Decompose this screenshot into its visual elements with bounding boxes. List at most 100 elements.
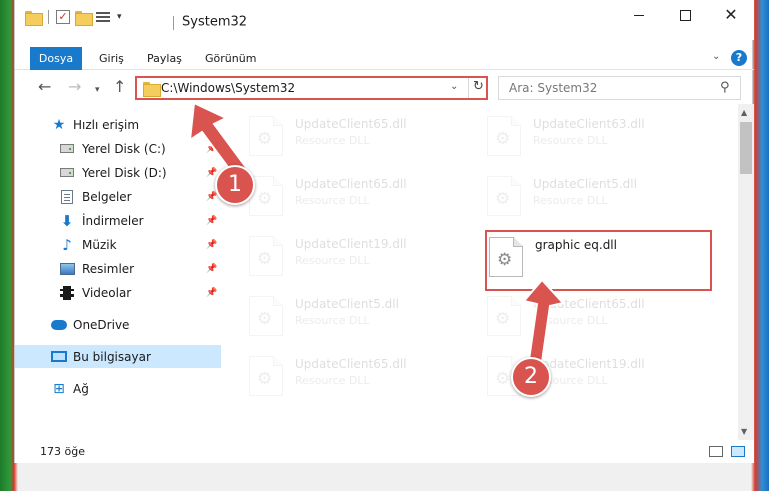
maximize-button[interactable] [662, 0, 708, 30]
file-name: UpdateClient65.dll [533, 297, 645, 311]
pin-icon[interactable]: 📌 [206, 240, 217, 250]
file-item[interactable]: ⚙ UpdateClient65.dll Resource DLL [249, 172, 474, 220]
tab-gorunum[interactable]: Görünüm [205, 47, 256, 70]
details-view-icon[interactable] [709, 446, 723, 457]
pin-icon[interactable]: 📌 [206, 144, 217, 154]
document-icon [59, 189, 75, 205]
onedrive-icon [51, 317, 67, 333]
sidebar-item-label: Videolar [82, 285, 132, 300]
window-title: System32 [182, 14, 248, 30]
pin-icon[interactable]: 📌 [206, 288, 217, 298]
sidebar-item-label: OneDrive [73, 317, 130, 332]
dll-file-icon: ⚙ [487, 296, 521, 336]
step-callout-1: 1 [215, 165, 255, 205]
tab-dosya[interactable]: Dosya [30, 47, 82, 70]
sidebar-item-quick-access[interactable]: ★ Hızlı erişim [15, 113, 221, 136]
minimize-button[interactable] [616, 0, 662, 30]
refresh-icon[interactable]: ↻ [473, 79, 484, 94]
file-item[interactable]: ⚙ UpdateClient65.dll Resource DLL [249, 112, 474, 160]
back-button[interactable]: ← [38, 79, 51, 95]
search-icon[interactable]: ⚲ [720, 80, 730, 95]
pin-icon[interactable]: 📌 [206, 192, 217, 202]
file-type: Resource DLL [533, 194, 608, 207]
search-placeholder: Ara: System32 [509, 81, 598, 95]
file-type: Resource DLL [295, 254, 370, 267]
file-type: Resource DLL [295, 134, 370, 147]
dll-file-icon: ⚙ [249, 356, 283, 396]
sidebar-item-label: Müzik [82, 237, 117, 252]
item-count: 173 öğe [40, 445, 85, 458]
title-bar: ✓ ▾ System32 ✕ [15, 0, 754, 40]
help-icon[interactable]: ? [731, 50, 747, 66]
scroll-thumb[interactable] [740, 122, 752, 174]
tab-paylas[interactable]: Paylaş [147, 47, 182, 70]
file-item[interactable]: ⚙ UpdateClient65.dll Resource DLL [487, 292, 712, 340]
file-type: Resource DLL [533, 314, 608, 327]
address-path[interactable]: C:\Windows\System32 [161, 81, 295, 95]
up-button[interactable]: ↑ [113, 79, 126, 95]
address-dropdown-icon[interactable]: ⌄ [450, 81, 458, 92]
vertical-scrollbar[interactable]: ▲ ▼ [738, 104, 754, 440]
ribbon-tabs: Dosya Giriş Paylaş Görünüm ⌄ ? [15, 47, 754, 70]
dll-file-icon: ⚙ [487, 116, 521, 156]
sidebar-item-local-disk-d[interactable]: Yerel Disk (D:) 📌 [15, 161, 221, 184]
file-item[interactable]: ⚙ UpdateClient63.dll Resource DLL [487, 112, 712, 160]
qat-dropdown-icon[interactable]: ▾ [117, 12, 122, 22]
sidebar-item-videos[interactable]: Videolar 📌 [15, 281, 221, 304]
quick-access-toolbar: ✓ ▾ [25, 10, 122, 26]
qat-separator [48, 10, 49, 24]
dll-file-icon: ⚙ [487, 176, 521, 216]
close-button[interactable]: ✕ [708, 0, 754, 30]
sidebar-item-label: Belgeler [82, 189, 132, 204]
file-item[interactable]: ⚙ UpdateClient19.dll Resource DLL [249, 232, 474, 280]
ribbon-expand-icon[interactable]: ⌄ [712, 51, 720, 62]
file-type: Resource DLL [295, 314, 370, 327]
sidebar-item-pictures[interactable]: Resimler 📌 [15, 257, 221, 280]
pin-icon[interactable]: 📌 [206, 216, 217, 226]
search-input[interactable]: Ara: System32 ⚲ [498, 76, 741, 100]
sidebar-item-this-pc[interactable]: Bu bilgisayar [15, 345, 221, 368]
star-icon: ★ [52, 116, 66, 133]
sidebar-item-label: Yerel Disk (C:) [82, 141, 166, 156]
sidebar-item-documents[interactable]: Belgeler 📌 [15, 185, 221, 208]
sidebar-item-local-disk-c[interactable]: Yerel Disk (C:) 📌 [15, 137, 221, 160]
new-folder-icon[interactable] [75, 10, 93, 26]
properties-check-icon[interactable]: ✓ [56, 10, 70, 24]
scroll-down-icon[interactable]: ▼ [741, 427, 747, 436]
this-pc-icon [51, 349, 67, 365]
drive-icon [59, 165, 75, 181]
recent-locations-icon[interactable]: ▾ [95, 82, 100, 98]
sidebar-item-network[interactable]: ⊞ Ağ [15, 377, 221, 400]
sidebar-item-onedrive[interactable]: OneDrive [15, 313, 221, 336]
file-name: UpdateClient5.dll [533, 177, 637, 191]
dll-file-icon: ⚙ [249, 296, 283, 336]
file-name: UpdateClient19.dll [533, 357, 645, 371]
videos-icon [59, 285, 75, 301]
explorer-window: ✓ ▾ System32 ✕ Dosya Giriş Paylaş Görünü… [14, 0, 754, 463]
file-item[interactable]: ⚙ UpdateClient5.dll Resource DLL [249, 292, 474, 340]
forward-button[interactable]: → [68, 79, 81, 95]
tab-giris[interactable]: Giriş [99, 47, 124, 70]
file-item[interactable]: ⚙ UpdateClient65.dll Resource DLL [249, 352, 474, 400]
pin-icon[interactable]: 📌 [206, 264, 217, 274]
music-icon: ♪ [62, 235, 72, 254]
pictures-icon [59, 261, 75, 277]
minimize-icon [634, 14, 644, 16]
tiles-view-icon[interactable] [731, 446, 745, 457]
sidebar-item-label: Ağ [73, 381, 89, 396]
navigation-bar: ← → ▾ ↑ C:\Windows\System32 ⌄ ↻ Ara: Sys… [15, 73, 754, 103]
step-callout-2: 2 [511, 357, 551, 397]
address-bar[interactable]: C:\Windows\System32 ⌄ ↻ [135, 76, 488, 100]
pin-icon[interactable]: 📌 [206, 168, 217, 178]
sidebar-item-downloads[interactable]: ⬇ İndirmeler 📌 [15, 209, 221, 232]
file-item[interactable]: ⚙ UpdateClient5.dll Resource DLL [487, 172, 712, 220]
properties-list-icon[interactable] [96, 10, 112, 24]
sidebar-item-label: İndirmeler [82, 213, 144, 228]
scroll-up-icon[interactable]: ▲ [741, 108, 747, 117]
file-name: UpdateClient19.dll [295, 237, 407, 251]
navigation-pane: ★ Hızlı erişim Yerel Disk (C:) 📌 Yerel D… [15, 104, 221, 434]
folder-icon [143, 82, 161, 97]
dll-file-icon: ⚙ [249, 116, 283, 156]
sidebar-item-music[interactable]: ♪ Müzik 📌 [15, 233, 221, 256]
maximize-icon [679, 9, 691, 21]
